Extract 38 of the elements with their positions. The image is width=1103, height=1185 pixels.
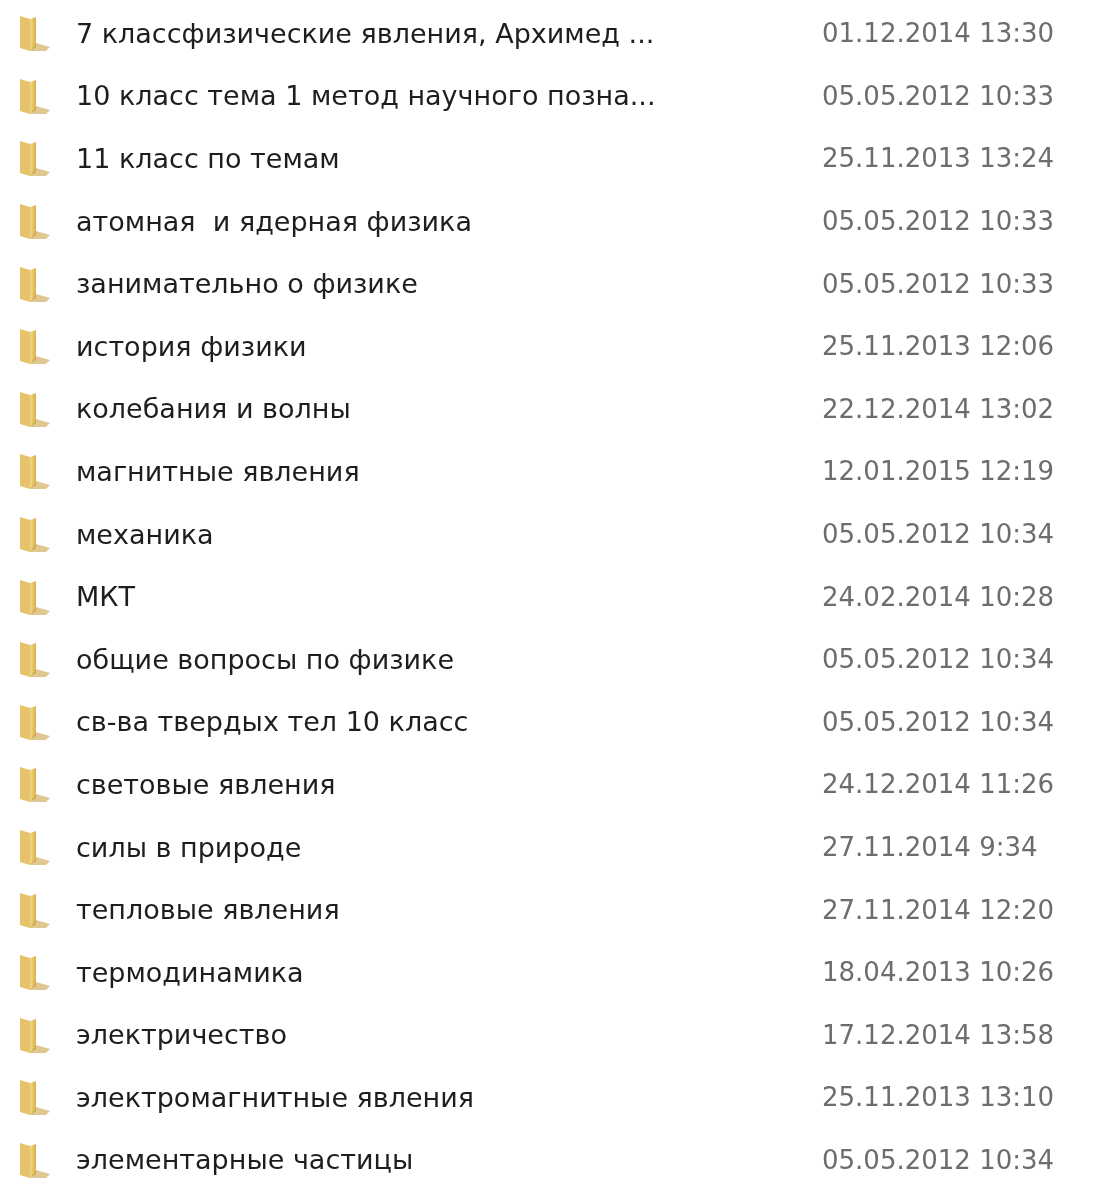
modified-date: 24.02.2014 10:28 <box>822 581 1055 612</box>
folder-name[interactable]: атомная и ядерная физика <box>76 205 816 237</box>
modified-date: 22.12.2014 13:02 <box>822 393 1055 424</box>
modified-date: 17.12.2014 13:58 <box>822 1019 1055 1050</box>
folder-name[interactable]: электричество <box>76 1019 816 1051</box>
modified-date: 25.11.2013 13:24 <box>822 143 1055 174</box>
folder-name[interactable]: тепловые явления <box>76 894 816 926</box>
modified-date: 05.05.2012 10:34 <box>822 644 1055 675</box>
modified-date: 05.05.2012 10:34 <box>822 1145 1055 1175</box>
modified-date: 05.05.2012 10:33 <box>822 206 1055 237</box>
modified-date: 05.05.2012 10:34 <box>822 519 1055 550</box>
folder-name[interactable]: св-ва твердых тел 10 класс <box>76 706 816 738</box>
folder-name[interactable]: общие вопросы по физике <box>76 643 816 675</box>
folder-name[interactable]: 11 класс по темам <box>76 143 816 174</box>
folder-name[interactable]: история физики <box>76 330 816 362</box>
folder-name[interactable]: световые явления <box>76 768 816 800</box>
folder-name[interactable]: 10 класс тема 1 метод научного позна... <box>76 80 816 112</box>
folder-name[interactable]: термодинамика <box>76 956 816 988</box>
folder-name[interactable]: элементарные частицы <box>76 1144 816 1176</box>
folder-name[interactable]: колебания и волны <box>76 393 816 425</box>
modified-date: 12.01.2015 12:19 <box>822 456 1055 487</box>
modified-date: 18.04.2013 10:26 <box>822 957 1055 988</box>
modified-date: 24.12.2014 11:26 <box>822 769 1055 800</box>
folder-name[interactable]: электромагнитные явления <box>76 1081 816 1113</box>
modified-date: 27.11.2014 12:20 <box>822 894 1055 925</box>
modified-date: 05.05.2012 10:33 <box>822 80 1055 111</box>
modified-date: 05.05.2012 10:34 <box>822 706 1055 737</box>
folder-name[interactable]: механика <box>76 518 816 550</box>
modified-date: 27.11.2014 9:34 <box>822 832 1038 862</box>
folder-name[interactable]: 7 классфизические явления, Архимед ... <box>76 17 816 49</box>
folder-name[interactable]: занимательно о физике <box>76 268 816 300</box>
modified-date: 01.12.2014 13:30 <box>822 18 1055 49</box>
modified-date: 25.11.2013 13:10 <box>822 1082 1055 1113</box>
modified-date: 25.11.2013 12:06 <box>822 331 1055 362</box>
folder-name[interactable]: силы в природе <box>76 831 816 863</box>
modified-date: 05.05.2012 10:33 <box>822 268 1055 299</box>
folder-name[interactable]: МКТ <box>76 581 816 613</box>
folder-name[interactable]: магнитные явления <box>76 455 816 487</box>
